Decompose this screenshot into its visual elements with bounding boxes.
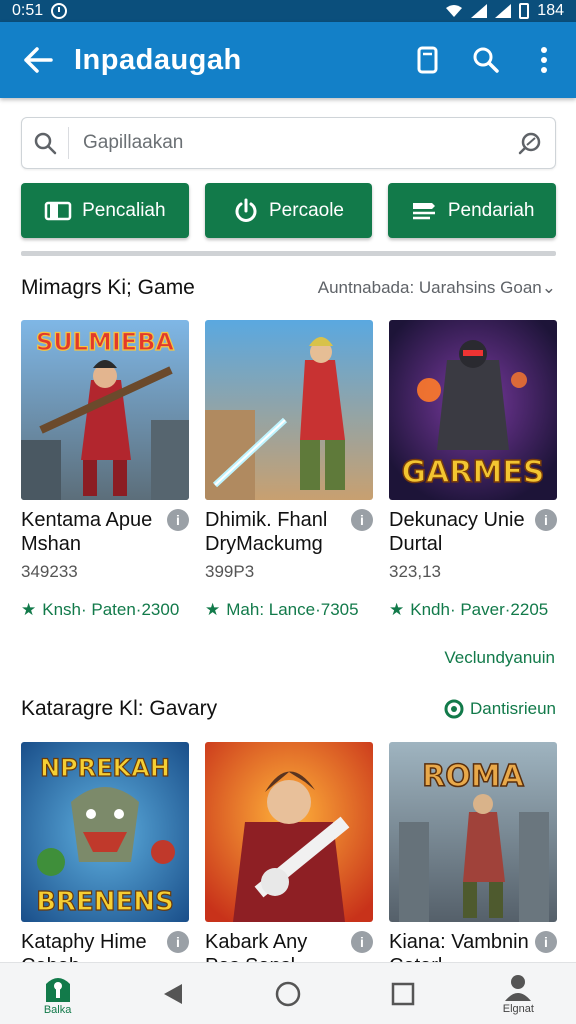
battery-icon (519, 3, 530, 19)
card-count: 349233 (21, 562, 78, 581)
card-title: Dhimik. Fhanl DryMackumg (205, 509, 328, 555)
wifi-icon (446, 5, 463, 17)
status-bar: 0:51 184 (0, 0, 576, 22)
section-link-1[interactable]: Auntnabada: Uarahsins Goan⌄ (318, 278, 556, 298)
nav-home[interactable]: Balka (18, 963, 98, 1024)
card-meta-text: Mah: Lance·7305 (226, 600, 359, 619)
card-meta: ★ Kndh· Paver·2205 (389, 600, 557, 620)
star-icon: ★ (205, 600, 221, 619)
alarm-icon (51, 3, 68, 19)
chevron-down-icon: ⌄ (541, 278, 556, 297)
nav-profile[interactable]: Elgnat (478, 963, 558, 1024)
card-title: Kentama Apue Mshan (21, 509, 153, 555)
section-link-label-2: Dantisrieun (470, 699, 556, 718)
card-meta-text: Knsh· Paten·2300 (42, 600, 180, 619)
game-thumbnail: ROMA (389, 742, 557, 922)
game-card[interactable]: NPREKAH BRENENS Kataphy Hime Cahah i (21, 742, 189, 978)
page-title: Inpadaugah (74, 43, 242, 76)
game-card[interactable]: Kabark Any Pas Sansl i (205, 742, 373, 978)
lens-button[interactable] (505, 130, 555, 156)
quick-action-label-1: Pencaliah (82, 199, 166, 221)
star-icon: ★ (389, 600, 405, 619)
game-thumbnail: NPREKAH BRENENS (21, 742, 189, 922)
circle-home-icon (275, 981, 301, 1006)
quick-action-label-3: Pendariah (447, 199, 535, 221)
card-title: Dekunacy Unie Durtal (389, 509, 525, 555)
nav-recents[interactable] (363, 963, 443, 1024)
card-meta: ★ Knsh· Paten·2300 (21, 600, 189, 620)
card-meta: ★ Mah: Lance·7305 (205, 600, 373, 620)
nav-home-circle[interactable] (248, 963, 328, 1024)
see-more-link[interactable]: Veclundyanuin (444, 648, 555, 668)
card-art-text-top: NPREKAH (40, 754, 170, 782)
nav-profile-label: Elgnat (502, 1002, 534, 1015)
info-icon[interactable]: i (535, 931, 557, 953)
square-recents-icon (391, 982, 415, 1005)
search-icon (34, 132, 57, 155)
info-icon[interactable]: i (167, 509, 189, 531)
signal-icon (471, 4, 488, 18)
nav-home-label: Balka (43, 1003, 72, 1016)
more-options-button[interactable] (518, 34, 570, 86)
section-header-1: Mimagrs Ki; Game Auntnabada: Uarahsins G… (21, 276, 556, 300)
section-link-2[interactable]: Dantisrieun (444, 699, 556, 719)
search-bar[interactable] (21, 117, 556, 169)
card-count: 399P3 (205, 562, 255, 581)
card-art-text: SULMIEBA (36, 328, 175, 356)
app-bar: Inpadaugah (0, 22, 576, 98)
radio-icon (444, 699, 464, 719)
card-art-text: GARMES (402, 455, 545, 490)
section-header-2: Kataragre Kl: Gavary Dantisrieun (21, 697, 556, 721)
card-row-1: SULMIEBA Kentama Apue Mshan i 349233 ★ K… (21, 320, 557, 620)
signal-icon-2 (495, 4, 512, 18)
back-triangle-icon (163, 983, 182, 1004)
bottom-navigation: Balka Elgnat (0, 962, 576, 1024)
info-icon[interactable]: i (535, 509, 557, 531)
card-art-text-bottom: BRENENS (36, 887, 174, 917)
section-title-2: Kataragre Kl: Gavary (21, 697, 218, 720)
quick-action-button-2[interactable]: Percaole (204, 183, 373, 238)
card-count: 323,13 (389, 562, 441, 581)
quick-action-label-2: Percaole (269, 199, 344, 221)
quick-action-button-1[interactable]: Pencaliah (21, 183, 189, 238)
menu-list-icon (412, 202, 435, 219)
section-title-1: Mimagrs Ki; Game (21, 276, 195, 299)
quick-action-button-3[interactable]: Pendariah (388, 183, 557, 238)
search-input[interactable] (69, 132, 505, 154)
info-icon[interactable]: i (351, 931, 373, 953)
nav-back[interactable] (133, 963, 213, 1024)
device-button[interactable] (402, 34, 454, 86)
section-link-label-1: Auntnabada: Uarahsins Goan (317, 278, 542, 297)
star-icon: ★ (21, 600, 37, 619)
status-battery: 184 (537, 2, 564, 19)
card-row-2: NPREKAH BRENENS Kataphy Hime Cahah i Kab… (21, 742, 557, 978)
progress-bar (21, 251, 556, 256)
more-vert-icon (541, 47, 547, 73)
game-thumbnail: SULMIEBA (21, 320, 189, 500)
game-card[interactable]: GARMES Dekunacy Unie Durtal i 323,13 ★ K… (389, 320, 557, 620)
tablet-icon (44, 201, 72, 220)
game-thumbnail (205, 320, 373, 500)
lens-search-icon (518, 132, 541, 155)
game-card[interactable]: ROMA Kiana: Vambnin Catarl i (389, 742, 557, 978)
game-card[interactable]: Dhimik. Fhanl DryMackumg i 399P3 ★ Mah: … (205, 320, 373, 620)
power-icon (235, 198, 257, 222)
card-meta-text: Kndh· Paver·2205 (410, 600, 549, 619)
tablet-icon (417, 46, 438, 74)
home-keyhole-icon (45, 977, 70, 1002)
info-icon[interactable]: i (351, 509, 373, 531)
game-card[interactable]: SULMIEBA Kentama Apue Mshan i 349233 ★ K… (21, 320, 189, 620)
back-button[interactable] (10, 32, 66, 88)
status-time: 0:51 (12, 2, 44, 19)
game-thumbnail (205, 742, 373, 922)
quick-actions: Pencaliah Percaole Pendariah (21, 183, 557, 238)
search-icon (473, 47, 499, 73)
info-icon[interactable]: i (167, 931, 189, 953)
game-thumbnail: GARMES (389, 320, 557, 500)
card-art-text-top: ROMA (422, 759, 524, 794)
person-icon (505, 974, 532, 1001)
search-button[interactable] (460, 34, 512, 86)
arrow-left-icon (24, 47, 53, 73)
